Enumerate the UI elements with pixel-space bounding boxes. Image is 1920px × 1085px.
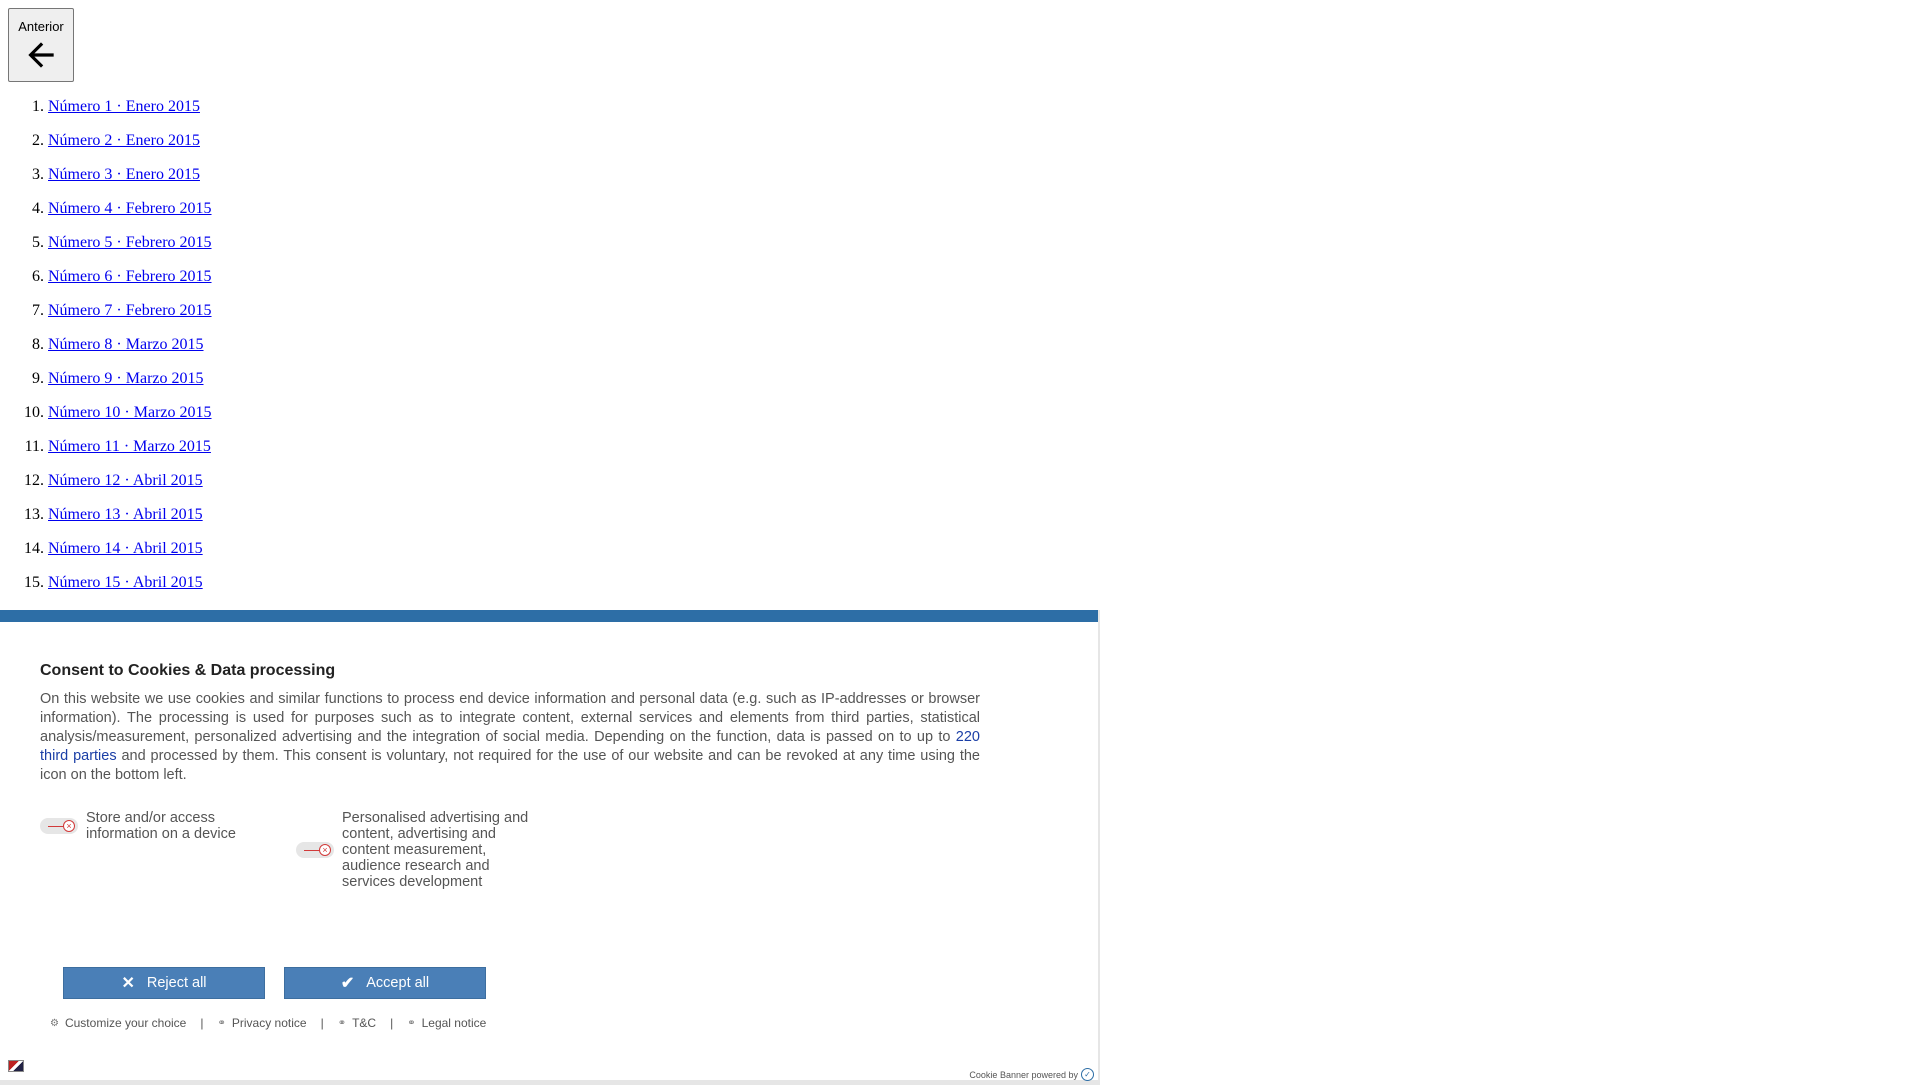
toggle-off-icon: × — [63, 820, 75, 832]
powered-by: Cookie Banner powered by ✓ — [969, 1068, 1094, 1081]
banner-footer-links: ⚙ Customize your choice | ⚭ Privacy notice… — [50, 1016, 486, 1030]
banner-accent-bar — [0, 610, 1098, 622]
issue-link[interactable]: Número 13 · Abril 2015 — [48, 506, 203, 523]
issue-link[interactable]: Número 4 · Febrero 2015 — [48, 200, 212, 217]
reject-all-button[interactable]: ✕ Reject all — [63, 967, 265, 999]
purpose-personalised-ads: × Personalised advertising and content, … — [296, 810, 542, 890]
legal-notice-link[interactable]: ⚭ Legal notice — [407, 1016, 486, 1030]
link-icon: ⚭ — [407, 1017, 416, 1029]
reject-all-label: Reject all — [146, 975, 207, 991]
issue-link[interactable]: Número 2 · Enero 2015 — [48, 132, 200, 149]
purpose-label: Store and/or access information on a dev… — [86, 810, 236, 842]
issue-link[interactable]: Número 12 · Abril 2015 — [48, 472, 203, 489]
language-flag-icon[interactable] — [8, 1060, 24, 1072]
checkmark-icon: ✔ — [340, 975, 355, 992]
list-item: Número 15 · Abril 2015 — [48, 566, 212, 600]
legal-label: Legal notice — [421, 1016, 487, 1030]
previous-button-label: Anterior — [18, 18, 64, 34]
list-item: Número 4 · Febrero 2015 — [48, 192, 212, 226]
list-item: Número 13 · Abril 2015 — [48, 498, 212, 532]
cookie-consent-banner: Consent to Cookies & Data processing On … — [0, 610, 1100, 1085]
arrow-left-icon — [28, 41, 54, 68]
link-separator: | — [390, 1016, 394, 1030]
issue-link[interactable]: Número 8 · Marzo 2015 — [48, 336, 204, 353]
link-icon: ⚭ — [217, 1017, 226, 1029]
customize-choice-link[interactable]: ⚙ Customize your choice — [50, 1016, 186, 1030]
list-item: Número 14 · Abril 2015 — [48, 532, 212, 566]
issue-link[interactable]: Número 15 · Abril 2015 — [48, 574, 203, 591]
purpose-toggle-store-access[interactable]: × — [40, 818, 78, 834]
powered-by-label: Cookie Banner powered by — [969, 1069, 1078, 1080]
link-icon: ⚭ — [337, 1017, 347, 1029]
tc-link[interactable]: ⚭ T&C — [338, 1016, 376, 1030]
list-item: Número 3 · Enero 2015 — [48, 158, 212, 192]
link-separator: | — [320, 1016, 324, 1030]
issue-link[interactable]: Número 9 · Marzo 2015 — [48, 370, 204, 387]
banner-text-part1: On this website we use cookies and simil… — [40, 691, 980, 745]
customize-label: Customize your choice — [64, 1016, 187, 1030]
list-item: Número 9 · Marzo 2015 — [48, 362, 212, 396]
issues-list: Número 1 · Enero 2015 Número 2 · Enero 2… — [0, 90, 212, 600]
banner-description: On this website we use cookies and simil… — [40, 690, 980, 785]
list-item: Número 5 · Febrero 2015 — [48, 226, 212, 260]
list-item: Número 6 · Febrero 2015 — [48, 260, 212, 294]
banner-text-part2: and processed by them. This consent is v… — [40, 748, 980, 783]
issue-link[interactable]: Número 7 · Febrero 2015 — [48, 302, 212, 319]
gear-icon: ⚙ — [50, 1017, 59, 1029]
purpose-label: Personalised advertising and content, ad… — [342, 810, 529, 890]
issue-link[interactable]: Número 14 · Abril 2015 — [48, 540, 203, 557]
accept-all-button[interactable]: ✔ Accept all — [284, 967, 486, 999]
accept-all-label: Accept all — [366, 975, 430, 991]
tc-label: T&C — [352, 1016, 377, 1030]
issue-link[interactable]: Número 11 · Marzo 2015 — [48, 438, 211, 455]
issue-link[interactable]: Número 1 · Enero 2015 — [48, 98, 200, 115]
list-item: Número 7 · Febrero 2015 — [48, 294, 212, 328]
issue-link[interactable]: Número 3 · Enero 2015 — [48, 166, 200, 183]
banner-title: Consent to Cookies & Data processing — [40, 662, 336, 679]
close-icon: ✕ — [121, 975, 135, 992]
list-item: Número 10 · Marzo 2015 — [48, 396, 212, 430]
privacy-notice-link[interactable]: ⚭ Privacy notice — [217, 1016, 306, 1030]
toggle-off-icon: × — [319, 844, 331, 856]
purpose-store-access: × Store and/or access information on a d… — [40, 810, 256, 842]
link-separator: | — [200, 1016, 204, 1030]
list-item: Número 12 · Abril 2015 — [48, 464, 212, 498]
issue-link[interactable]: Número 10 · Marzo 2015 — [48, 404, 212, 421]
list-item: Número 8 · Marzo 2015 — [48, 328, 212, 362]
purpose-toggle-personalised-ads[interactable]: × — [296, 842, 334, 858]
list-item: Número 2 · Enero 2015 — [48, 124, 212, 158]
issue-link[interactable]: Número 5 · Febrero 2015 — [48, 234, 212, 251]
previous-button[interactable]: Anterior — [8, 8, 74, 82]
list-item: Número 11 · Marzo 2015 — [48, 430, 212, 464]
list-item: Número 1 · Enero 2015 — [48, 90, 212, 124]
issue-link[interactable]: Número 6 · Febrero 2015 — [48, 268, 212, 285]
privacy-label: Privacy notice — [231, 1016, 307, 1030]
provider-logo-icon[interactable]: ✓ — [1081, 1068, 1094, 1081]
